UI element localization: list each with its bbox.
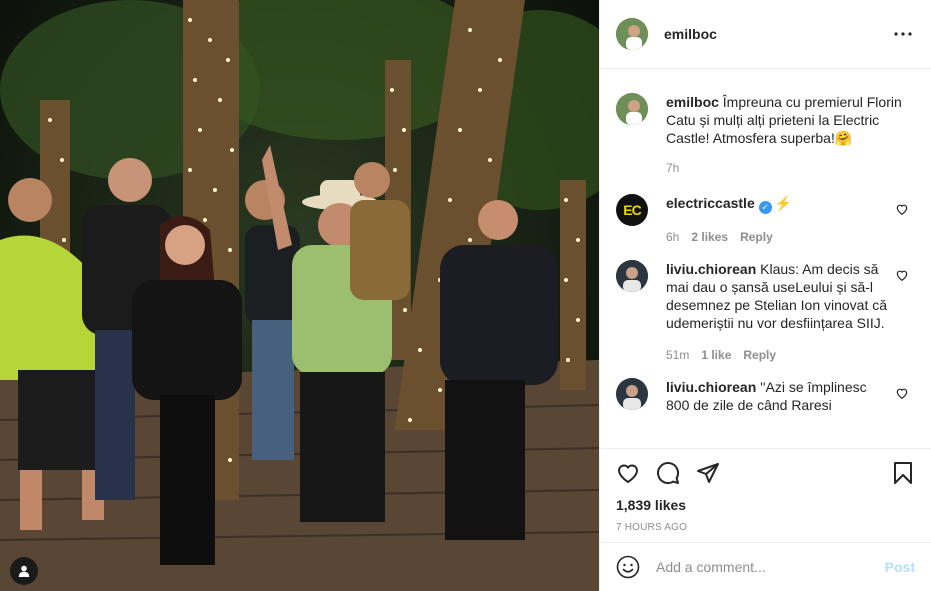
emoji-icon[interactable] (616, 555, 640, 579)
author-avatar[interactable] (616, 93, 648, 125)
comment-username[interactable]: liviu.chiorean (666, 379, 756, 395)
comment-input[interactable] (656, 559, 885, 575)
comment-time[interactable]: 51m (666, 346, 689, 364)
post-photo[interactable] (0, 0, 599, 591)
user-tag-icon (18, 565, 30, 577)
comment-username[interactable]: electriccastle (666, 195, 755, 211)
comment-meta: 6h 2 likes Reply (666, 228, 893, 246)
post-sidebar: emilboc emilboc Împreuna cu premierul Fl… (599, 0, 931, 591)
action-icons (616, 449, 915, 497)
user-tag-button[interactable] (10, 557, 38, 585)
party-photo-illustration (0, 0, 599, 591)
comment: EC electriccastle ✓ ⚡ 6h 2 likes Reply (616, 194, 915, 246)
caption: emilboc Împreuna cu premierul Florin Cat… (616, 93, 915, 177)
author-username[interactable]: emilboc (664, 26, 717, 42)
comment: liviu.chiorean ''Azi se împlinesc 800 de… (616, 378, 915, 414)
comment-likes[interactable]: 1 like (701, 346, 731, 364)
comment-like-heart-icon[interactable] (895, 386, 909, 400)
caption-meta: 7h (666, 159, 907, 177)
comment-button[interactable] (656, 461, 680, 485)
comments-list[interactable]: emilboc Împreuna cu premierul Florin Cat… (600, 70, 931, 448)
post-timestamp[interactable]: 7 HOURS AGO (616, 522, 915, 533)
share-icon (697, 463, 719, 483)
lightning-emoji-icon: ⚡ (774, 195, 793, 211)
heart-icon (617, 464, 639, 484)
verified-badge-icon: ✓ (758, 201, 772, 214)
post-actions: 1,839 likes 7 HOURS AGO (600, 448, 931, 542)
more-options-icon (894, 32, 912, 36)
post-header: emilboc (600, 0, 931, 69)
reply-button[interactable]: Reply (743, 346, 776, 364)
comment-time[interactable]: 6h (666, 228, 679, 246)
reply-button[interactable]: Reply (740, 228, 773, 246)
caption-username[interactable]: emilboc (666, 94, 719, 110)
comment-like-heart-icon[interactable] (895, 268, 909, 282)
author-avatar[interactable] (616, 18, 648, 50)
comment-icon (657, 462, 680, 485)
likes-count[interactable]: 1,839 likes (616, 497, 915, 513)
post-comment-button[interactable]: Post (885, 559, 915, 575)
comment-avatar[interactable]: EC (616, 194, 648, 226)
comment-likes[interactable]: 2 likes (691, 228, 728, 246)
comment-like-heart-icon[interactable] (895, 202, 909, 216)
like-button[interactable] (616, 461, 640, 485)
comment: liviu.chiorean Klaus: Am decis să mai da… (616, 260, 915, 364)
comment-username[interactable]: liviu.chiorean (666, 261, 756, 277)
caption-time[interactable]: 7h (666, 159, 679, 177)
comment-meta: 51m 1 like Reply (666, 346, 893, 364)
more-options-button[interactable] (891, 22, 915, 46)
bookmark-icon (894, 462, 912, 484)
save-button[interactable] (891, 461, 915, 485)
share-button[interactable] (696, 461, 720, 485)
comment-composer: Post (600, 542, 931, 591)
comment-avatar[interactable] (616, 378, 648, 410)
comment-avatar[interactable] (616, 260, 648, 292)
